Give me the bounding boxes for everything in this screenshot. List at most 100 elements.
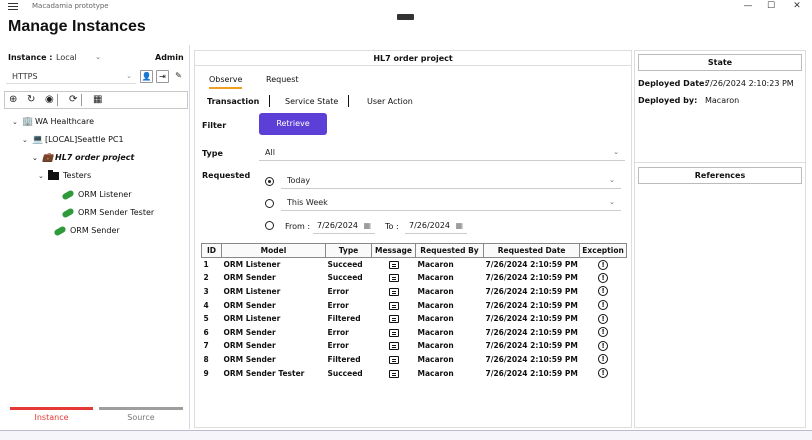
calendar-icon[interactable]: ▦: [363, 218, 371, 234]
exception-icon[interactable]: !: [598, 313, 609, 324]
cell-message: [372, 258, 416, 272]
exception-icon[interactable]: !: [598, 272, 609, 283]
plug-icon: [61, 206, 75, 219]
tab-source[interactable]: Source: [99, 407, 183, 422]
type-select[interactable]: All ⌄: [259, 144, 625, 161]
exception-icon[interactable]: !: [598, 259, 609, 270]
from-label: From :: [285, 222, 311, 231]
cell-message: [372, 325, 416, 339]
cell-requested-by: Macaron: [417, 354, 454, 364]
column-header[interactable]: Message: [371, 243, 416, 258]
chevron-down-icon: ⌄: [126, 72, 132, 80]
tree-item-hl7-order-project[interactable]: ⌄ 💼 HL7 order project: [32, 152, 134, 164]
exception-icon[interactable]: !: [598, 286, 609, 297]
table-row[interactable]: 6 ORM Sender Error Macaron 7/26/2024 2:10:59…: [202, 325, 627, 339]
type-value: All: [265, 148, 275, 157]
hamburger-menu-icon[interactable]: [8, 3, 18, 11]
message-icon[interactable]: [388, 342, 399, 351]
cell-requested-date: 7/26/2024 2:10:59 PM: [485, 327, 578, 337]
column-header[interactable]: ID: [201, 243, 222, 258]
exception-icon[interactable]: !: [598, 300, 609, 311]
cell-type: Filtered: [327, 354, 361, 364]
cell-model: ORM Sender: [223, 354, 276, 364]
chevron-down-icon[interactable]: ⌄: [38, 170, 48, 182]
protocol-select[interactable]: HTTPS ⌄: [6, 69, 136, 84]
table-row[interactable]: 5 ORM Listener Filtered Macaron 7/26/2024 2:…: [202, 312, 627, 326]
calendar-icon[interactable]: ▦: [455, 218, 463, 234]
cell-requested-by: Macaron: [417, 341, 454, 351]
tree-item-testers[interactable]: ⌄ Testers: [38, 169, 91, 182]
tree-item-seattle-pc1[interactable]: ⌄ 💻 [LOCAL]Seattle PC1: [22, 134, 124, 146]
chevron-down-icon[interactable]: ⌄: [32, 152, 42, 164]
table-row[interactable]: 3 ORM Listener Error Macaron 7/26/2024 2:10:…: [202, 285, 627, 299]
tab-request[interactable]: Request: [266, 75, 299, 84]
from-date-field[interactable]: 7/26/2024 ▦: [313, 218, 375, 234]
to-date-field[interactable]: 7/26/2024 ▦: [405, 218, 467, 234]
status-bar: [0, 430, 812, 440]
chevron-down-icon[interactable]: ⌄: [22, 134, 32, 146]
radio-today[interactable]: [265, 177, 274, 186]
restart-icon[interactable]: ↻: [27, 94, 35, 106]
folder-icon: [48, 169, 59, 180]
exception-icon[interactable]: !: [598, 340, 609, 351]
message-icon[interactable]: [388, 261, 399, 270]
tree-item-orm-sender[interactable]: ORM Sender: [53, 224, 120, 237]
message-icon[interactable]: [388, 369, 399, 378]
refresh-icon[interactable]: ⟳: [69, 94, 77, 106]
cell-message: [372, 271, 416, 285]
retrieve-button[interactable]: Retrieve: [259, 113, 327, 135]
message-icon[interactable]: [388, 301, 399, 310]
tab-instance[interactable]: Instance: [10, 407, 93, 422]
plug-icon: [61, 188, 75, 201]
chevron-down-icon: ⌄: [609, 176, 615, 184]
grid-add-icon[interactable]: ▦: [93, 94, 102, 106]
to-label: To :: [385, 222, 399, 231]
tree-item-wa-healthcare[interactable]: ⌄ 🏢 WA Healthcare: [12, 116, 94, 128]
subtab-transaction[interactable]: Transaction: [207, 97, 259, 106]
cell-exception: !: [580, 298, 627, 312]
message-icon[interactable]: [388, 274, 399, 283]
column-header[interactable]: Requested By: [415, 243, 484, 258]
exception-icon[interactable]: !: [598, 354, 609, 365]
table-row[interactable]: 8 ORM Sender Filtered Macaron 7/26/2024 2:10…: [202, 353, 627, 367]
this-week-select[interactable]: This Week ⌄: [281, 194, 621, 211]
radio-this-week[interactable]: [265, 199, 274, 208]
today-select[interactable]: Today ⌄: [281, 172, 621, 189]
column-header[interactable]: Type: [325, 243, 372, 258]
column-header[interactable]: Model: [221, 243, 326, 258]
cell-requested-date: 7/26/2024 2:10:59 PM: [485, 286, 578, 296]
table-row[interactable]: 9 ORM Sender Tester Succeed Macaron 7/26/202…: [202, 366, 627, 380]
column-header[interactable]: Requested Date: [482, 243, 581, 258]
exception-icon[interactable]: !: [598, 327, 609, 338]
edit-list-icon[interactable]: ✎: [172, 70, 185, 83]
radio-date-range[interactable]: [265, 221, 274, 230]
maximize-button[interactable]: ☐: [763, 1, 779, 11]
start-icon[interactable]: ⊕: [9, 94, 17, 106]
message-icon[interactable]: [388, 287, 399, 296]
tree-item-orm-sender-tester[interactable]: ORM Sender Tester: [61, 206, 154, 219]
table-row[interactable]: 1 ORM Listener Succeed Macaron 7/26/2024 2:1…: [202, 258, 627, 272]
cell-exception: !: [580, 258, 627, 272]
table-row[interactable]: 7 ORM Sender Error Macaron 7/26/2024 2:10:59…: [202, 339, 627, 353]
subtab-user-action[interactable]: User Action: [367, 97, 413, 106]
cell-requested-by: Macaron: [417, 327, 454, 337]
message-icon[interactable]: [388, 355, 399, 364]
instance-select[interactable]: Local ⌄: [50, 50, 105, 64]
exception-icon[interactable]: !: [598, 368, 609, 379]
minimize-button[interactable]: —: [740, 1, 756, 11]
from-date-value: 7/26/2024: [317, 221, 359, 230]
stop-icon[interactable]: ◉: [45, 94, 54, 106]
table-row[interactable]: 2 ORM Sender Succeed Macaron 7/26/2024 2:10:…: [202, 271, 627, 285]
logout-icon[interactable]: ⇥: [156, 70, 169, 83]
message-icon[interactable]: [388, 315, 399, 324]
table-row[interactable]: 4 ORM Sender Error Macaron 7/26/2024 2:10:59…: [202, 298, 627, 312]
tree-item-orm-listener[interactable]: ORM Listener: [61, 188, 132, 201]
tab-observe[interactable]: Observe: [209, 75, 243, 89]
project-panel: HL7 order project Observe Request Transa…: [194, 50, 632, 428]
subtab-service-state[interactable]: Service State: [285, 97, 338, 106]
message-icon[interactable]: [388, 328, 399, 337]
column-header[interactable]: Exception: [579, 243, 627, 258]
chevron-down-icon[interactable]: ⌄: [12, 116, 22, 128]
close-button[interactable]: ✕: [789, 1, 805, 11]
user-key-icon[interactable]: 👤: [140, 70, 153, 83]
